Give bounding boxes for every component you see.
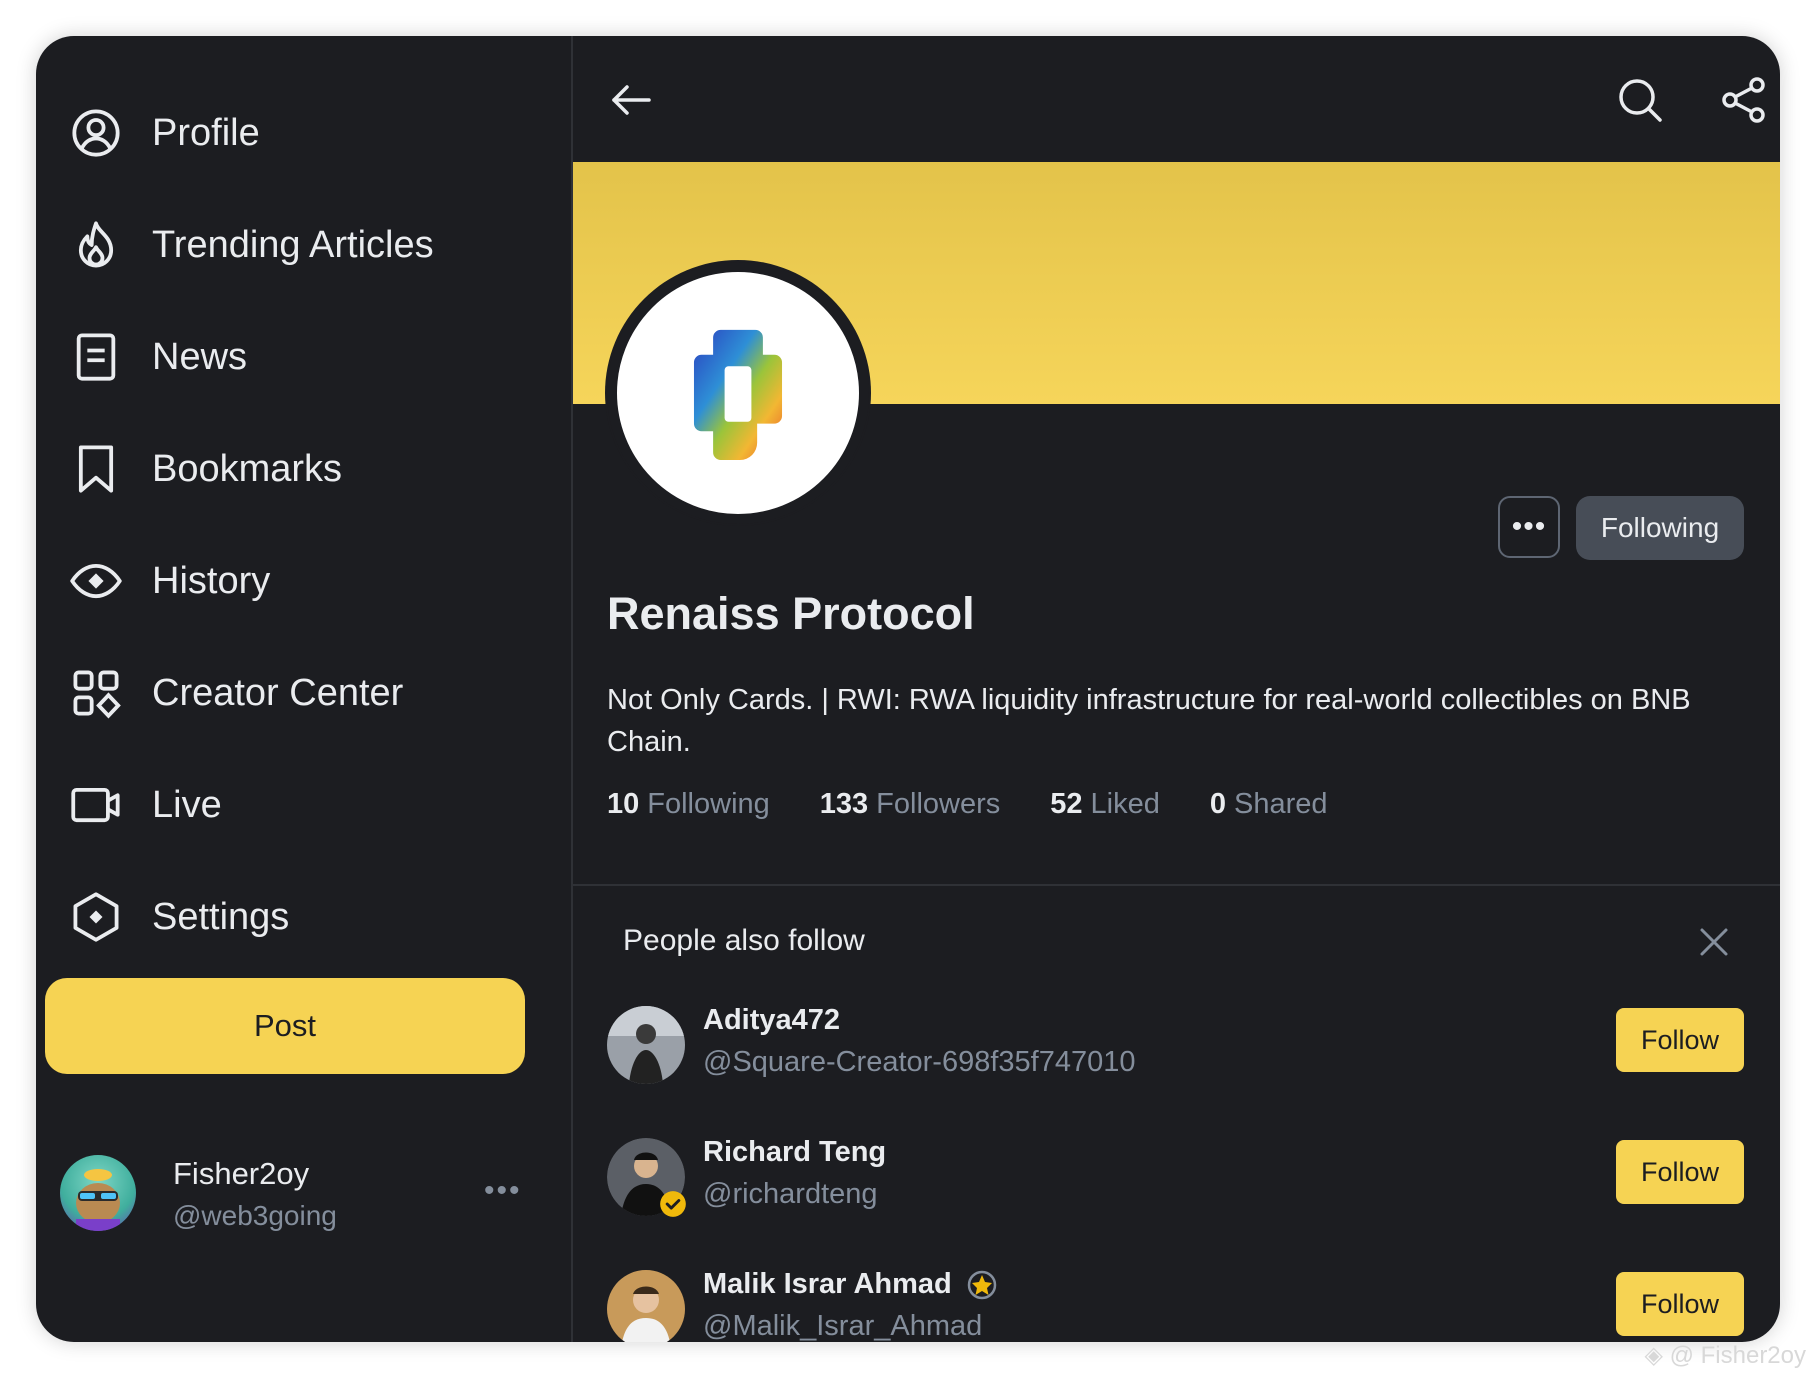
grid-icon [70,667,122,719]
profile-avatar [607,262,869,524]
close-icon[interactable] [1696,924,1732,960]
sidebar-item-bookmarks[interactable]: Bookmarks [70,434,342,504]
profile-name: Renaiss Protocol [607,588,975,639]
suggestion-handle: @Malik_Israr_Ahmad [703,1310,983,1342]
flame-icon [70,219,122,271]
renaiss-logo-icon [693,329,783,460]
suggestion-row: Richard Teng @richardteng Follow [607,1128,1744,1218]
suggestion-row: Aditya472 @Square-Creator-698f35f747010 … [607,996,1744,1086]
profile-bio: Not Only Cards. | RWI: RWA liquidity inf… [607,684,1691,758]
back-arrow-icon[interactable] [607,76,655,124]
suggestion-handle: @richardteng [703,1178,878,1210]
verified-badge-icon [660,1191,686,1217]
user-handle: @web3going [173,1200,337,1231]
sidebar-item-label: Creator Center [152,671,404,714]
follow-button[interactable]: Follow [1616,1272,1744,1336]
share-icon[interactable] [1720,76,1768,124]
following-button[interactable]: Following [1576,496,1744,560]
sidebar-item-label: Trending Articles [152,223,434,266]
suggestion-handle: @Square-Creator-698f35f747010 [703,1046,1136,1078]
avatar[interactable] [607,1270,685,1342]
app-window: Profile Trending Articles News Bookmarks [36,36,1780,1342]
suggestion-name[interactable]: Aditya472 [703,1004,840,1037]
search-icon[interactable] [1616,76,1664,124]
post-button[interactable]: Post [45,978,525,1074]
creator-badge-icon [967,1270,996,1299]
video-icon [70,779,122,831]
sidebar-item-history[interactable]: History [70,546,270,616]
sidebar: Profile Trending Articles News Bookmarks [36,36,573,1342]
profile-icon [70,107,122,159]
stat-followers[interactable]: 133 Followers [820,788,1000,821]
sidebar-item-news[interactable]: News [70,322,247,392]
sidebar-item-label: Bookmarks [152,447,343,490]
sidebar-item-trending-articles[interactable]: Trending Articles [70,210,434,280]
sidebar-item-label: History [152,559,271,602]
user-more-button[interactable]: ••• [484,1174,522,1208]
eye-icon [70,555,122,607]
sidebar-item-live[interactable]: Live [70,770,222,840]
binance-logo-icon: ◈ [1644,1342,1663,1369]
profile-stats: 10 Following 133 Followers 52 Liked 0 Shared [607,788,1328,821]
suggestion-name[interactable]: Richard Teng [703,1136,886,1169]
sidebar-item-label: News [152,335,248,378]
sidebar-item-settings[interactable]: Settings [70,882,289,952]
user-name: Fisher2oy [173,1156,310,1191]
sidebar-item-label: Settings [152,895,290,938]
avatar[interactable] [607,1006,685,1084]
stat-following[interactable]: 10 Following [607,788,770,821]
bookmark-icon [70,443,122,495]
follow-button[interactable]: Follow [1616,1140,1744,1204]
avatar[interactable] [607,1138,686,1217]
sidebar-item-label: Profile [152,111,260,154]
sidebar-item-creator-center[interactable]: Creator Center [70,658,403,728]
divider [573,884,1780,886]
people-also-follow-title: People also follow [623,924,865,957]
follow-button[interactable]: Follow [1616,1008,1744,1072]
stat-shared: 0 Shared [1209,788,1328,820]
avatar [60,1155,136,1231]
sidebar-item-profile[interactable]: Profile [70,98,260,168]
top-bar [573,36,1780,162]
suggestion-name[interactable]: Malik Israr Ahmad [703,1268,998,1301]
settings-icon [70,891,122,943]
stat-liked: 52 Liked [1050,788,1160,820]
watermark: ◈ @ Fisher2oy [1644,1342,1806,1369]
news-icon [70,331,122,383]
profile-more-button[interactable]: ••• [1498,496,1560,558]
current-user[interactable]: Fisher2oy @web3going ••• [60,1146,540,1246]
profile-page: ••• Following Renaiss Protocol Not Only … [573,36,1780,1342]
suggestion-row: Malik Israr Ahmad @Malik_Israr_Ahmad Fol… [607,1260,1744,1342]
sidebar-item-label: Live [152,783,222,826]
